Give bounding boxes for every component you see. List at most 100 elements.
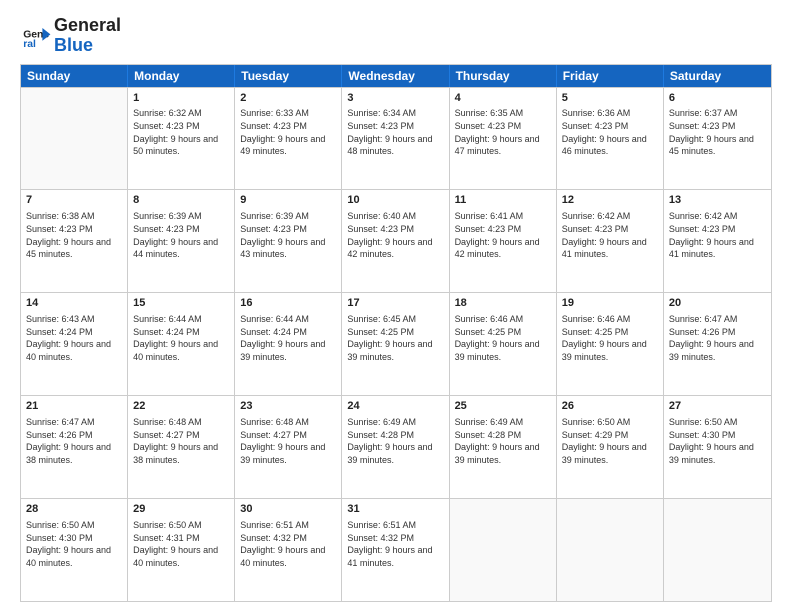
cal-cell: 16 Sunrise: 6:44 AM Sunset: 4:24 PM Dayl… <box>235 293 342 395</box>
cal-cell: 28 Sunrise: 6:50 AM Sunset: 4:30 PM Dayl… <box>21 499 128 601</box>
cal-cell: 18 Sunrise: 6:46 AM Sunset: 4:25 PM Dayl… <box>450 293 557 395</box>
day-number: 22 <box>133 399 229 414</box>
cell-info: Sunrise: 6:48 AM Sunset: 4:27 PM Dayligh… <box>240 416 336 466</box>
day-number: 26 <box>562 399 658 414</box>
cal-cell: 20 Sunrise: 6:47 AM Sunset: 4:26 PM Dayl… <box>664 293 771 395</box>
cal-cell: 11 Sunrise: 6:41 AM Sunset: 4:23 PM Dayl… <box>450 190 557 292</box>
day-number: 14 <box>26 296 122 311</box>
logo-icon: Gene ral <box>20 20 52 52</box>
cell-info: Sunrise: 6:39 AM Sunset: 4:23 PM Dayligh… <box>133 210 229 260</box>
cal-cell: 1 Sunrise: 6:32 AM Sunset: 4:23 PM Dayli… <box>128 88 235 190</box>
cell-info: Sunrise: 6:35 AM Sunset: 4:23 PM Dayligh… <box>455 107 551 157</box>
cell-info: Sunrise: 6:42 AM Sunset: 4:23 PM Dayligh… <box>562 210 658 260</box>
calendar-body: 1 Sunrise: 6:32 AM Sunset: 4:23 PM Dayli… <box>21 87 771 601</box>
svg-text:ral: ral <box>23 39 36 50</box>
cell-info: Sunrise: 6:49 AM Sunset: 4:28 PM Dayligh… <box>455 416 551 466</box>
cal-cell: 29 Sunrise: 6:50 AM Sunset: 4:31 PM Dayl… <box>128 499 235 601</box>
cal-cell: 3 Sunrise: 6:34 AM Sunset: 4:23 PM Dayli… <box>342 88 449 190</box>
day-number: 27 <box>669 399 766 414</box>
cal-cell: 9 Sunrise: 6:39 AM Sunset: 4:23 PM Dayli… <box>235 190 342 292</box>
cal-cell: 8 Sunrise: 6:39 AM Sunset: 4:23 PM Dayli… <box>128 190 235 292</box>
day-number: 1 <box>133 91 229 106</box>
cell-info: Sunrise: 6:40 AM Sunset: 4:23 PM Dayligh… <box>347 210 443 260</box>
cal-cell: 26 Sunrise: 6:50 AM Sunset: 4:29 PM Dayl… <box>557 396 664 498</box>
day-number: 3 <box>347 91 443 106</box>
cell-info: Sunrise: 6:51 AM Sunset: 4:32 PM Dayligh… <box>240 519 336 569</box>
cell-info: Sunrise: 6:46 AM Sunset: 4:25 PM Dayligh… <box>562 313 658 363</box>
cell-info: Sunrise: 6:47 AM Sunset: 4:26 PM Dayligh… <box>26 416 122 466</box>
cal-cell: 24 Sunrise: 6:49 AM Sunset: 4:28 PM Dayl… <box>342 396 449 498</box>
cal-header-friday: Friday <box>557 65 664 87</box>
day-number: 12 <box>562 193 658 208</box>
cell-info: Sunrise: 6:37 AM Sunset: 4:23 PM Dayligh… <box>669 107 766 157</box>
cal-header-saturday: Saturday <box>664 65 771 87</box>
cal-header-monday: Monday <box>128 65 235 87</box>
day-number: 25 <box>455 399 551 414</box>
cell-info: Sunrise: 6:48 AM Sunset: 4:27 PM Dayligh… <box>133 416 229 466</box>
cell-info: Sunrise: 6:50 AM Sunset: 4:30 PM Dayligh… <box>26 519 122 569</box>
cell-info: Sunrise: 6:46 AM Sunset: 4:25 PM Dayligh… <box>455 313 551 363</box>
cell-info: Sunrise: 6:47 AM Sunset: 4:26 PM Dayligh… <box>669 313 766 363</box>
day-number: 30 <box>240 502 336 517</box>
day-number: 10 <box>347 193 443 208</box>
day-number: 24 <box>347 399 443 414</box>
cal-header-sunday: Sunday <box>21 65 128 87</box>
day-number: 13 <box>669 193 766 208</box>
cal-cell: 6 Sunrise: 6:37 AM Sunset: 4:23 PM Dayli… <box>664 88 771 190</box>
cell-info: Sunrise: 6:36 AM Sunset: 4:23 PM Dayligh… <box>562 107 658 157</box>
cal-week-0: 1 Sunrise: 6:32 AM Sunset: 4:23 PM Dayli… <box>21 87 771 190</box>
day-number: 17 <box>347 296 443 311</box>
day-number: 7 <box>26 193 122 208</box>
day-number: 9 <box>240 193 336 208</box>
cell-info: Sunrise: 6:51 AM Sunset: 4:32 PM Dayligh… <box>347 519 443 569</box>
day-number: 20 <box>669 296 766 311</box>
day-number: 31 <box>347 502 443 517</box>
cal-cell: 22 Sunrise: 6:48 AM Sunset: 4:27 PM Dayl… <box>128 396 235 498</box>
cal-cell: 12 Sunrise: 6:42 AM Sunset: 4:23 PM Dayl… <box>557 190 664 292</box>
cell-info: Sunrise: 6:45 AM Sunset: 4:25 PM Dayligh… <box>347 313 443 363</box>
day-number: 18 <box>455 296 551 311</box>
cal-cell <box>21 88 128 190</box>
day-number: 4 <box>455 91 551 106</box>
cal-cell <box>557 499 664 601</box>
cell-info: Sunrise: 6:39 AM Sunset: 4:23 PM Dayligh… <box>240 210 336 260</box>
cell-info: Sunrise: 6:50 AM Sunset: 4:30 PM Dayligh… <box>669 416 766 466</box>
cal-cell: 27 Sunrise: 6:50 AM Sunset: 4:30 PM Dayl… <box>664 396 771 498</box>
cell-info: Sunrise: 6:32 AM Sunset: 4:23 PM Dayligh… <box>133 107 229 157</box>
day-number: 15 <box>133 296 229 311</box>
cal-header-tuesday: Tuesday <box>235 65 342 87</box>
cal-cell: 25 Sunrise: 6:49 AM Sunset: 4:28 PM Dayl… <box>450 396 557 498</box>
cal-header-thursday: Thursday <box>450 65 557 87</box>
cal-cell: 15 Sunrise: 6:44 AM Sunset: 4:24 PM Dayl… <box>128 293 235 395</box>
cal-cell: 4 Sunrise: 6:35 AM Sunset: 4:23 PM Dayli… <box>450 88 557 190</box>
day-number: 6 <box>669 91 766 106</box>
day-number: 2 <box>240 91 336 106</box>
cal-week-2: 14 Sunrise: 6:43 AM Sunset: 4:24 PM Dayl… <box>21 292 771 395</box>
cal-cell: 21 Sunrise: 6:47 AM Sunset: 4:26 PM Dayl… <box>21 396 128 498</box>
cal-cell: 19 Sunrise: 6:46 AM Sunset: 4:25 PM Dayl… <box>557 293 664 395</box>
cell-info: Sunrise: 6:34 AM Sunset: 4:23 PM Dayligh… <box>347 107 443 157</box>
cal-week-3: 21 Sunrise: 6:47 AM Sunset: 4:26 PM Dayl… <box>21 395 771 498</box>
logo: Gene ral GeneralBlue <box>20 16 121 56</box>
cal-cell: 14 Sunrise: 6:43 AM Sunset: 4:24 PM Dayl… <box>21 293 128 395</box>
cal-cell: 30 Sunrise: 6:51 AM Sunset: 4:32 PM Dayl… <box>235 499 342 601</box>
cal-week-1: 7 Sunrise: 6:38 AM Sunset: 4:23 PM Dayli… <box>21 189 771 292</box>
cell-info: Sunrise: 6:49 AM Sunset: 4:28 PM Dayligh… <box>347 416 443 466</box>
day-number: 28 <box>26 502 122 517</box>
cal-cell: 13 Sunrise: 6:42 AM Sunset: 4:23 PM Dayl… <box>664 190 771 292</box>
calendar: SundayMondayTuesdayWednesdayThursdayFrid… <box>20 64 772 602</box>
cell-info: Sunrise: 6:41 AM Sunset: 4:23 PM Dayligh… <box>455 210 551 260</box>
cal-cell: 31 Sunrise: 6:51 AM Sunset: 4:32 PM Dayl… <box>342 499 449 601</box>
day-number: 11 <box>455 193 551 208</box>
cal-cell: 5 Sunrise: 6:36 AM Sunset: 4:23 PM Dayli… <box>557 88 664 190</box>
day-number: 21 <box>26 399 122 414</box>
cell-info: Sunrise: 6:44 AM Sunset: 4:24 PM Dayligh… <box>133 313 229 363</box>
cal-header-wednesday: Wednesday <box>342 65 449 87</box>
day-number: 23 <box>240 399 336 414</box>
cal-cell: 10 Sunrise: 6:40 AM Sunset: 4:23 PM Dayl… <box>342 190 449 292</box>
day-number: 19 <box>562 296 658 311</box>
page: Gene ral GeneralBlue SundayMondayTuesday… <box>0 0 792 612</box>
cal-cell: 2 Sunrise: 6:33 AM Sunset: 4:23 PM Dayli… <box>235 88 342 190</box>
cal-cell <box>450 499 557 601</box>
logo-text: GeneralBlue <box>54 16 121 56</box>
